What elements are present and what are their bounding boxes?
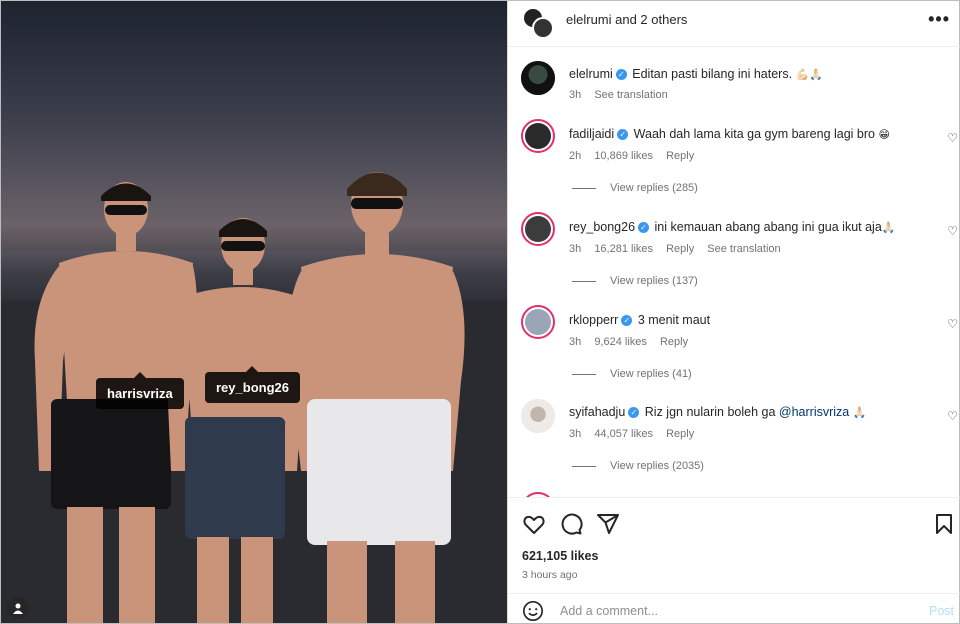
replies-divider	[572, 465, 596, 467]
comment-emoji: 🙏🏻	[881, 222, 896, 235]
user-tag-harrisvriza[interactable]: harrisvriza	[96, 372, 184, 409]
view-replies-link[interactable]: View replies (41)	[572, 368, 692, 380]
comment-time: 3h	[569, 89, 582, 101]
see-translation-link[interactable]: See translation	[594, 89, 667, 101]
mention-link[interactable]: @harrisvriza	[779, 405, 849, 419]
reply-button[interactable]: Reply	[666, 243, 694, 255]
comment-likes[interactable]: 16,281 likes	[594, 243, 653, 255]
avatar[interactable]	[521, 212, 555, 246]
user-tag-label: harrisvriza	[107, 386, 173, 401]
view-replies-label: View replies (41)	[610, 368, 692, 380]
verified-badge-icon: ✓	[638, 222, 650, 234]
like-heart-icon[interactable]: ♡	[947, 224, 958, 238]
post-likes-count[interactable]: 621,105 likes	[522, 549, 598, 563]
comment-username[interactable]: rey_bong26	[569, 220, 635, 234]
comment-likes[interactable]: 9,624 likes	[594, 336, 647, 348]
comment-text: 3 menit maut	[637, 313, 711, 327]
see-translation-link[interactable]: See translation	[707, 243, 780, 255]
replies-divider	[572, 187, 596, 189]
comments-panel: elelrumi and 2 others ••• elelrumi ✓ Edit…	[507, 1, 960, 623]
verified-badge-icon: ✓	[621, 315, 633, 327]
replies-divider	[572, 373, 596, 375]
verified-badge-icon: ✓	[615, 69, 627, 81]
comments-list[interactable]: elelrumi ✓ Editan pasti bilang ini haters…	[508, 47, 960, 497]
people-illustration	[34, 172, 465, 623]
comment-icon[interactable]	[559, 512, 583, 536]
view-replies-link[interactable]: View replies (285)	[572, 182, 698, 194]
add-comment-input[interactable]: Add a comment...	[560, 604, 658, 618]
like-heart-icon[interactable]: ♡	[947, 317, 958, 331]
replies-divider	[572, 280, 596, 282]
avatar[interactable]	[521, 399, 555, 433]
post-actions: 621,105 likes 3 hours ago	[508, 497, 960, 593]
like-heart-icon[interactable]: ♡	[947, 131, 958, 145]
comment-text: Editan pasti bilang ini haters.	[632, 67, 793, 81]
view-replies-link[interactable]: View replies (137)	[572, 275, 698, 287]
verified-badge-icon: ✓	[617, 129, 629, 141]
comment-time: 3h	[569, 243, 582, 255]
comment-username[interactable]: elelrumi	[569, 67, 613, 81]
comment-emoji: 😁	[878, 129, 890, 142]
comment-emoji: 🙏🏻	[852, 407, 867, 420]
comment-likes[interactable]: 10,869 likes	[594, 150, 653, 162]
view-replies-label: View replies (285)	[610, 182, 698, 194]
comment-time: 2h	[569, 150, 582, 162]
view-replies-label: View replies (2035)	[610, 460, 704, 472]
post-header: elelrumi and 2 others •••	[508, 1, 960, 47]
reply-button[interactable]: Reply	[660, 336, 688, 348]
avatar[interactable]	[521, 305, 555, 339]
post-authors[interactable]: elelrumi and 2 others	[566, 12, 687, 27]
like-heart-icon[interactable]	[522, 512, 546, 536]
post-comment-button[interactable]: Post	[929, 604, 954, 618]
comment-text: ini kemauan abang abang ini gua ikut aja	[654, 220, 882, 234]
more-options-icon[interactable]: •••	[928, 9, 950, 30]
author-avatars[interactable]	[522, 7, 554, 39]
share-icon[interactable]	[596, 512, 620, 536]
verified-badge-icon: ✓	[628, 407, 640, 419]
comment-username[interactable]: rklopperr	[569, 313, 618, 327]
view-replies-label: View replies (137)	[610, 275, 698, 287]
comment-username[interactable]: fadiljaidi	[569, 127, 614, 141]
comment-text: Riz jgn nularin boleh ga	[644, 405, 776, 419]
comment-username[interactable]: syifahadju	[569, 405, 625, 419]
tagged-users-icon[interactable]	[7, 597, 29, 619]
user-tag-rey-bong26[interactable]: rey_bong26	[205, 366, 300, 403]
comment-time: 3h	[569, 336, 582, 348]
post-time-ago: 3 hours ago	[522, 569, 578, 581]
like-heart-icon[interactable]: ♡	[947, 409, 958, 423]
comment-text: Waah dah lama kita ga gym bareng lagi br…	[633, 127, 875, 141]
reply-button[interactable]: Reply	[666, 150, 694, 162]
post-photo[interactable]: harrisvriza rey_bong26	[1, 1, 507, 623]
emoji-icon[interactable]	[522, 600, 544, 622]
bookmark-icon[interactable]	[932, 512, 956, 536]
comment-likes[interactable]: 44,057 likes	[594, 428, 653, 440]
view-replies-link[interactable]: View replies (2035)	[572, 460, 704, 472]
comment-emoji: 💪🏻🙏🏻	[795, 69, 823, 82]
avatar[interactable]	[521, 119, 555, 153]
avatar[interactable]	[521, 61, 555, 95]
comment-time: 3h	[569, 428, 582, 440]
avatar	[532, 17, 554, 39]
add-comment-bar: Add a comment... Post	[508, 593, 960, 623]
person-right	[287, 172, 465, 623]
reply-button[interactable]: Reply	[666, 428, 694, 440]
user-tag-label: rey_bong26	[216, 380, 289, 395]
